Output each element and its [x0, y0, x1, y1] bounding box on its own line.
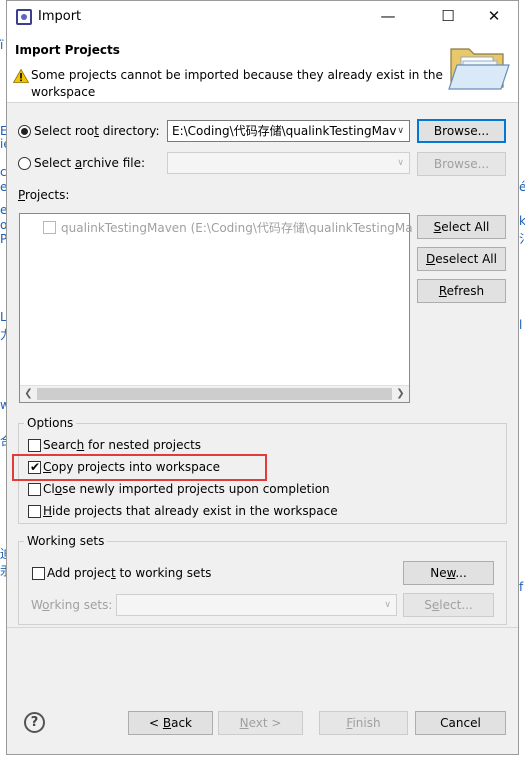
- close-projects-checkbox[interactable]: [28, 483, 41, 496]
- projects-label: Projects:: [18, 188, 70, 202]
- search-nested-checkbox[interactable]: [28, 439, 41, 452]
- browse-archive-button[interactable]: Browse...: [417, 152, 506, 176]
- new-working-set-button[interactable]: New...: [403, 561, 494, 585]
- refresh-button[interactable]: Refresh: [417, 279, 506, 303]
- chevron-down-icon[interactable]: ∨: [397, 153, 404, 173]
- browse-root-button[interactable]: Browse...: [417, 119, 506, 143]
- background-fragment: 氵: [519, 230, 525, 247]
- list-item[interactable]: qualinkTestingMaven (E:\Coding\代码存储\qual…: [61, 219, 413, 236]
- projects-list[interactable]: qualinkTestingMaven (E:\Coding\代码存储\qual…: [19, 213, 413, 403]
- background-fragment: k: [519, 214, 525, 228]
- scroll-right-icon[interactable]: ❯: [392, 386, 409, 402]
- add-to-working-sets-label[interactable]: Add project to working sets: [47, 566, 211, 580]
- folder-icon: [448, 48, 510, 90]
- scrollbar-thumb[interactable]: [37, 388, 392, 400]
- wizard-header: Import Projects Some projects cannot be …: [7, 32, 518, 103]
- root-directory-value: E:\Coding\代码存储\qualinkTestingMav: [172, 124, 397, 138]
- finish-button[interactable]: Finish: [319, 711, 408, 735]
- working-sets-label: Working sets:: [31, 598, 113, 612]
- title-bar[interactable]: Import — ☐ ✕: [7, 1, 518, 32]
- cancel-button[interactable]: Cancel: [415, 711, 506, 735]
- background-fragment: l: [519, 318, 523, 332]
- eclipse-app-icon: [16, 9, 32, 25]
- archive-file-combo[interactable]: ∨: [167, 152, 410, 174]
- add-to-working-sets-checkbox[interactable]: [32, 567, 45, 580]
- working-sets-title: Working sets: [24, 534, 108, 548]
- warning-icon: [13, 69, 29, 83]
- next-button[interactable]: Next >: [218, 711, 303, 735]
- chevron-down-icon[interactable]: ∨: [384, 595, 391, 615]
- annotation-highlight: [12, 454, 267, 481]
- search-nested-label[interactable]: Search for nested projects: [43, 438, 201, 452]
- select-root-directory-label[interactable]: Select root directory:: [34, 124, 160, 138]
- hide-projects-checkbox[interactable]: [28, 505, 41, 518]
- horizontal-scrollbar[interactable]: ❮ ❯: [20, 385, 409, 402]
- options-title: Options: [24, 416, 77, 430]
- working-sets-combo[interactable]: ∨: [116, 594, 397, 616]
- select-working-set-button[interactable]: Select...: [403, 593, 494, 617]
- wizard-message: Some projects cannot be imported because…: [31, 68, 443, 99]
- select-archive-file-label[interactable]: Select archive file:: [34, 156, 145, 170]
- maximize-button[interactable]: ☐: [433, 5, 463, 27]
- select-all-button[interactable]: Select All: [417, 215, 506, 239]
- background-fragment: é: [519, 180, 525, 194]
- select-archive-file-radio[interactable]: [18, 157, 31, 170]
- hide-projects-label[interactable]: Hide projects that already exist in the …: [43, 504, 338, 518]
- import-dialog: Import — ☐ ✕ Import Projects Some projec…: [6, 0, 519, 755]
- minimize-button[interactable]: —: [373, 5, 403, 27]
- help-icon[interactable]: ?: [24, 712, 45, 733]
- close-projects-label[interactable]: Close newly imported projects upon compl…: [43, 482, 330, 496]
- scroll-left-icon[interactable]: ❮: [20, 386, 37, 402]
- wizard-title: Import Projects: [15, 43, 120, 57]
- chevron-down-icon[interactable]: ∨: [397, 121, 404, 141]
- project-checkbox[interactable]: [43, 221, 56, 234]
- back-button[interactable]: < Back: [128, 711, 213, 735]
- window-title: Import: [38, 9, 82, 24]
- select-root-directory-radio[interactable]: [18, 125, 31, 138]
- deselect-all-button[interactable]: Deselect All: [417, 247, 506, 271]
- footer-separator: [7, 627, 518, 628]
- close-button[interactable]: ✕: [479, 5, 509, 27]
- root-directory-combo[interactable]: E:\Coding\代码存储\qualinkTestingMav ∨: [167, 120, 410, 142]
- background-fragment: f: [519, 580, 524, 594]
